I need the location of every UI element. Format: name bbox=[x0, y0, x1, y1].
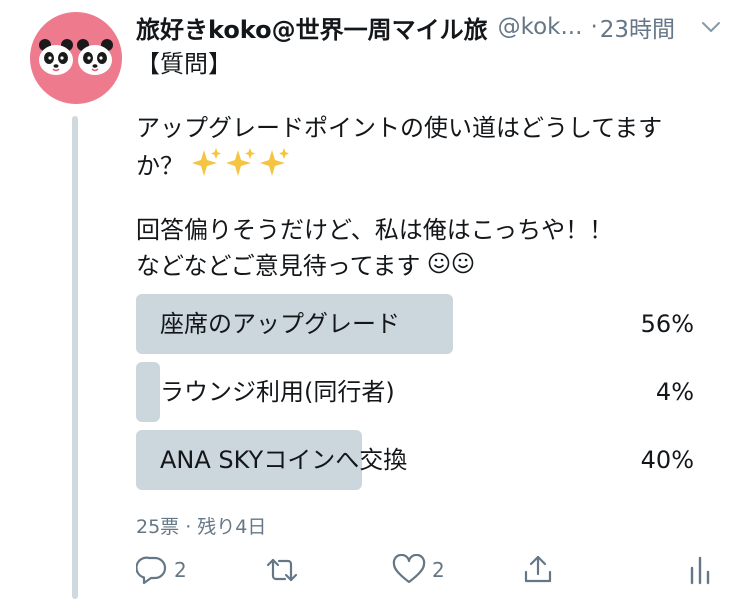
tweet-text-line-3: か？ bbox=[136, 146, 696, 188]
like-button[interactable]: 2 bbox=[392, 552, 445, 588]
tweet-text-line-1: 【質問】 bbox=[136, 50, 232, 78]
tweet-text-line-5-text: などなどご意見待ってます bbox=[136, 252, 421, 280]
action-bar: 2 2 bbox=[136, 552, 726, 592]
sparkles-emoji-icon bbox=[191, 146, 292, 188]
poll-percent-2: 4% bbox=[655, 378, 694, 406]
tweet-text-line-4: 回答偏りそうだけど、私は俺はこっちや！！ bbox=[136, 216, 614, 244]
poll-label-3: ANA SKYコインへ交換 bbox=[160, 446, 408, 474]
share-icon bbox=[524, 555, 552, 583]
reply-button[interactable]: 2 bbox=[136, 552, 187, 588]
poll-percent-1: 56% bbox=[640, 310, 694, 338]
poll-option-2[interactable]: ラウンジ利用(同行者) 4% bbox=[136, 362, 702, 422]
reply-icon bbox=[136, 556, 167, 585]
poll-bar-2 bbox=[136, 362, 160, 422]
thread-line bbox=[72, 116, 78, 599]
handle[interactable]: @kok... bbox=[498, 14, 583, 40]
separator-dot: · bbox=[590, 14, 598, 40]
chevron-down-icon[interactable] bbox=[700, 16, 722, 38]
poll-option-3[interactable]: ANA SKYコインへ交換 40% bbox=[136, 430, 702, 490]
poll-option-1[interactable]: 座席のアップグレード 56% bbox=[136, 294, 702, 354]
panda-avatar-icon bbox=[39, 39, 113, 75]
analytics-icon bbox=[690, 556, 710, 585]
tweet-text-line-2: アップグレードポイントの使い道はどうしてます bbox=[136, 114, 663, 142]
share-button[interactable] bbox=[522, 552, 554, 588]
poll-percent-3: 40% bbox=[640, 446, 694, 474]
tweet: 旅好きkoko@世界一周マイル旅 @kok... · 23時間 【質問】 アップ… bbox=[0, 0, 750, 599]
retweet-button[interactable] bbox=[264, 552, 306, 588]
tweet-header: 旅好きkoko@世界一周マイル旅 @kok... · 23時間 bbox=[136, 10, 736, 44]
avatar[interactable] bbox=[30, 12, 122, 104]
like-count: 2 bbox=[432, 558, 445, 582]
timestamp[interactable]: 23時間 bbox=[600, 10, 675, 44]
poll-label-1: 座席のアップグレード bbox=[160, 310, 400, 338]
reply-count: 2 bbox=[174, 558, 187, 582]
heart-icon bbox=[392, 554, 426, 584]
display-name[interactable]: 旅好きkoko@世界一周マイル旅 bbox=[136, 10, 488, 45]
poll-label-2: ラウンジ利用(同行者) bbox=[160, 378, 395, 406]
tweet-text-line-5: などなどご意見待ってます bbox=[136, 248, 696, 285]
tweet-text-line-3-text: か？ bbox=[136, 152, 184, 180]
poll-meta: 25票 · 残り4日 bbox=[136, 516, 267, 538]
retweet-icon bbox=[266, 558, 298, 582]
smiley-emoji-icon bbox=[428, 249, 476, 285]
analytics-button[interactable] bbox=[688, 552, 712, 588]
